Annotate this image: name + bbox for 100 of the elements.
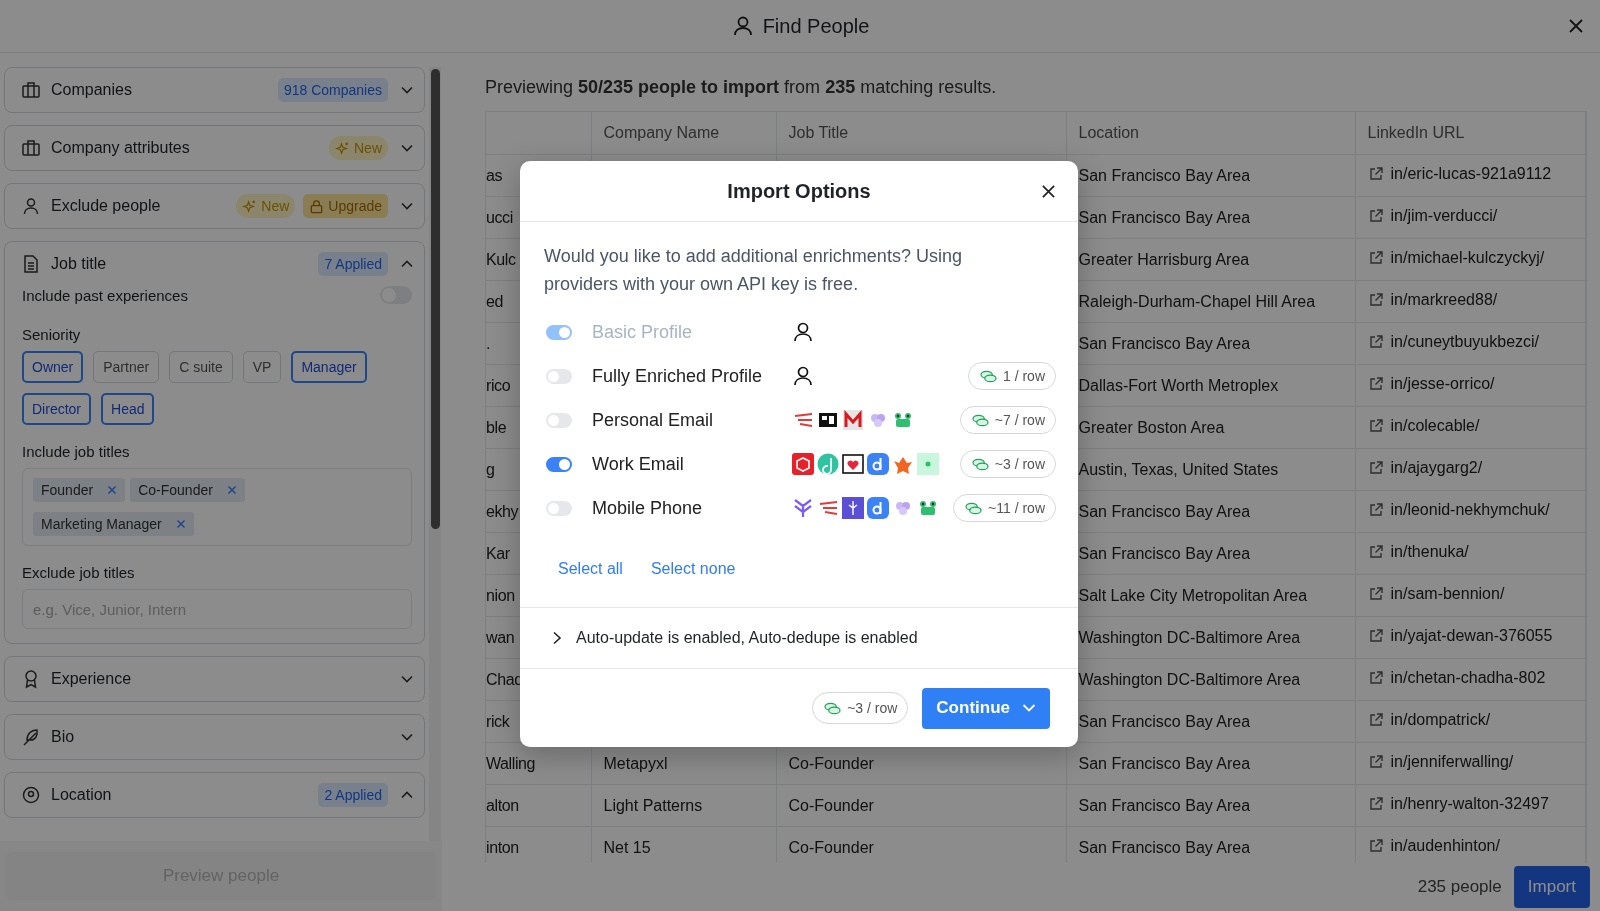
profile-link[interactable]: in/audenhinton/	[1390, 837, 1500, 855]
profile-link[interactable]: in/henry-walton-32497	[1390, 795, 1549, 813]
profile-link[interactable]: in/jesse-orrico/	[1390, 375, 1495, 393]
tag: Co-Founder	[130, 478, 245, 502]
dialog-title: Import Options	[727, 179, 871, 203]
option-label: Include past experiences	[22, 286, 188, 304]
field-label: Exclude job titles	[22, 564, 136, 581]
table-cell: g	[486, 460, 495, 478]
seniority-chip[interactable]: Partner	[93, 351, 160, 383]
toggle-switch[interactable]	[546, 412, 572, 428]
option-label: Fully Enriched Profile	[592, 365, 764, 387]
table-cell: ekhy	[486, 502, 519, 520]
table-cell: Kar	[486, 544, 510, 562]
profile-link[interactable]: in/cuneytbuyukbezci/	[1390, 333, 1540, 351]
profile-link[interactable]: in/michael-kulczyckyj/	[1390, 249, 1545, 267]
option-label: Basic Profile	[592, 321, 694, 343]
seniority-chip[interactable]: Owner	[22, 351, 84, 383]
logo-icon	[842, 497, 864, 519]
column-header[interactable]: Location	[1078, 124, 1139, 141]
scrollbar-thumb[interactable]	[430, 69, 440, 529]
option-label: Mobile Phone	[592, 497, 704, 519]
external-link-icon	[1367, 502, 1384, 518]
close-icon[interactable]	[1041, 183, 1056, 199]
logo-icon	[817, 453, 839, 475]
external-link-icon	[1367, 460, 1384, 476]
profile-link[interactable]: in/dompatrick/	[1390, 711, 1491, 729]
logo-icon	[842, 453, 864, 475]
section-title[interactable]: Companies	[51, 81, 132, 99]
external-link-icon	[1367, 292, 1384, 308]
table-cell: Salt Lake City Metropolitan Area	[1078, 586, 1308, 604]
profile-link[interactable]: in/sam-bennion/	[1390, 585, 1505, 603]
chevron-right-icon[interactable]	[552, 631, 562, 645]
section-title[interactable]: Experience	[51, 670, 132, 688]
profile-link[interactable]: in/jenniferwalling/	[1390, 753, 1514, 771]
external-link-icon	[1367, 796, 1384, 812]
table-cell: Co-Founder	[788, 754, 874, 772]
external-link-icon	[1367, 712, 1384, 728]
toggle-switch[interactable]	[546, 500, 572, 516]
profile-link[interactable]: in/colecable/	[1390, 417, 1480, 435]
people-count: 235 people	[1417, 877, 1502, 897]
coins-icon	[823, 700, 843, 716]
table-cell: San Francisco Bay Area	[1078, 544, 1251, 562]
profile-link[interactable]: in/markreed88/	[1390, 291, 1498, 309]
table-cell: Net 15	[603, 838, 651, 856]
external-link-icon	[1367, 544, 1384, 560]
window-title: Find People	[762, 14, 870, 38]
section-title[interactable]: Location	[51, 786, 112, 804]
seniority-chip[interactable]: Head	[101, 393, 155, 425]
table-cell: San Francisco Bay Area	[1078, 502, 1251, 520]
table-cell: ucci	[486, 208, 513, 226]
external-link-icon	[1367, 628, 1384, 644]
profile-link[interactable]: in/ajaygarg2/	[1390, 459, 1483, 477]
table-cell: alton	[486, 796, 519, 814]
select-none-link[interactable]: Select none	[650, 559, 736, 578]
table-cell: as	[486, 166, 503, 184]
field-label: Seniority	[22, 326, 82, 343]
column-header[interactable]: Company Name	[603, 124, 720, 141]
logo-icon	[867, 497, 889, 519]
profile-link[interactable]: in/eric-lucas-921a9112	[1390, 165, 1552, 183]
section-title[interactable]: Exclude people	[51, 197, 161, 215]
section-title[interactable]: Job title	[51, 255, 107, 273]
section-title[interactable]: Company attributes	[51, 139, 190, 157]
badge: New	[329, 136, 388, 160]
seniority-chip[interactable]: C suite	[169, 351, 233, 383]
tag: Marketing Manager	[33, 512, 194, 536]
profile-link[interactable]: in/chetan-chadha-802	[1390, 669, 1546, 687]
dialog-text: Would you like to add additional enrichments? Using providers with your own API key is free.	[544, 245, 963, 296]
select-all-link[interactable]: Select all	[558, 559, 623, 578]
external-link-icon	[1367, 670, 1384, 686]
table-cell: ed	[486, 292, 503, 310]
profile-link[interactable]: in/yajat-dewan-376055	[1390, 627, 1553, 645]
table-cell: San Francisco Bay Area	[1078, 334, 1251, 352]
badge: 7 Applied	[318, 252, 388, 276]
badge: 2 Applied	[318, 783, 388, 807]
seniority-chip[interactable]: VP	[242, 351, 282, 383]
seniority-chip[interactable]: Manager	[291, 351, 367, 383]
table-cell: rico	[486, 376, 511, 394]
continue-button[interactable]: Continue	[922, 687, 1050, 729]
table-cell: Metapyxl	[603, 754, 668, 772]
logo-icon	[917, 453, 939, 475]
seniority-chip[interactable]: Director	[22, 393, 91, 425]
external-link-icon	[1367, 376, 1384, 392]
badge: Upgrade	[303, 194, 388, 218]
settings-summary[interactable]: Auto-update is enabled, Auto-dedupe is enabled	[576, 629, 918, 647]
logo-icon	[792, 453, 814, 475]
column-header[interactable]: Job Title	[788, 124, 849, 141]
toggle-switch[interactable]	[546, 456, 572, 472]
table-cell: Greater Boston Area	[1078, 418, 1225, 436]
badge: New	[236, 194, 296, 218]
column-header[interactable]: LinkedIn URL	[1367, 124, 1465, 141]
import-button[interactable]: Import	[1513, 866, 1590, 908]
toggle-switch[interactable]	[546, 368, 572, 384]
profile-link[interactable]: in/thenuka/	[1390, 543, 1469, 561]
external-link-icon	[1367, 166, 1384, 182]
profile-link[interactable]: in/jim-verducci/	[1390, 207, 1498, 225]
profile-link[interactable]: in/leonid-nekhymchuk/	[1390, 501, 1550, 519]
briefcase-icon	[21, 80, 41, 100]
section-title[interactable]: Bio	[51, 728, 75, 746]
table-cell: Raleigh-Durham-Chapel Hill Area	[1078, 292, 1316, 310]
table-cell: nion	[486, 586, 515, 604]
